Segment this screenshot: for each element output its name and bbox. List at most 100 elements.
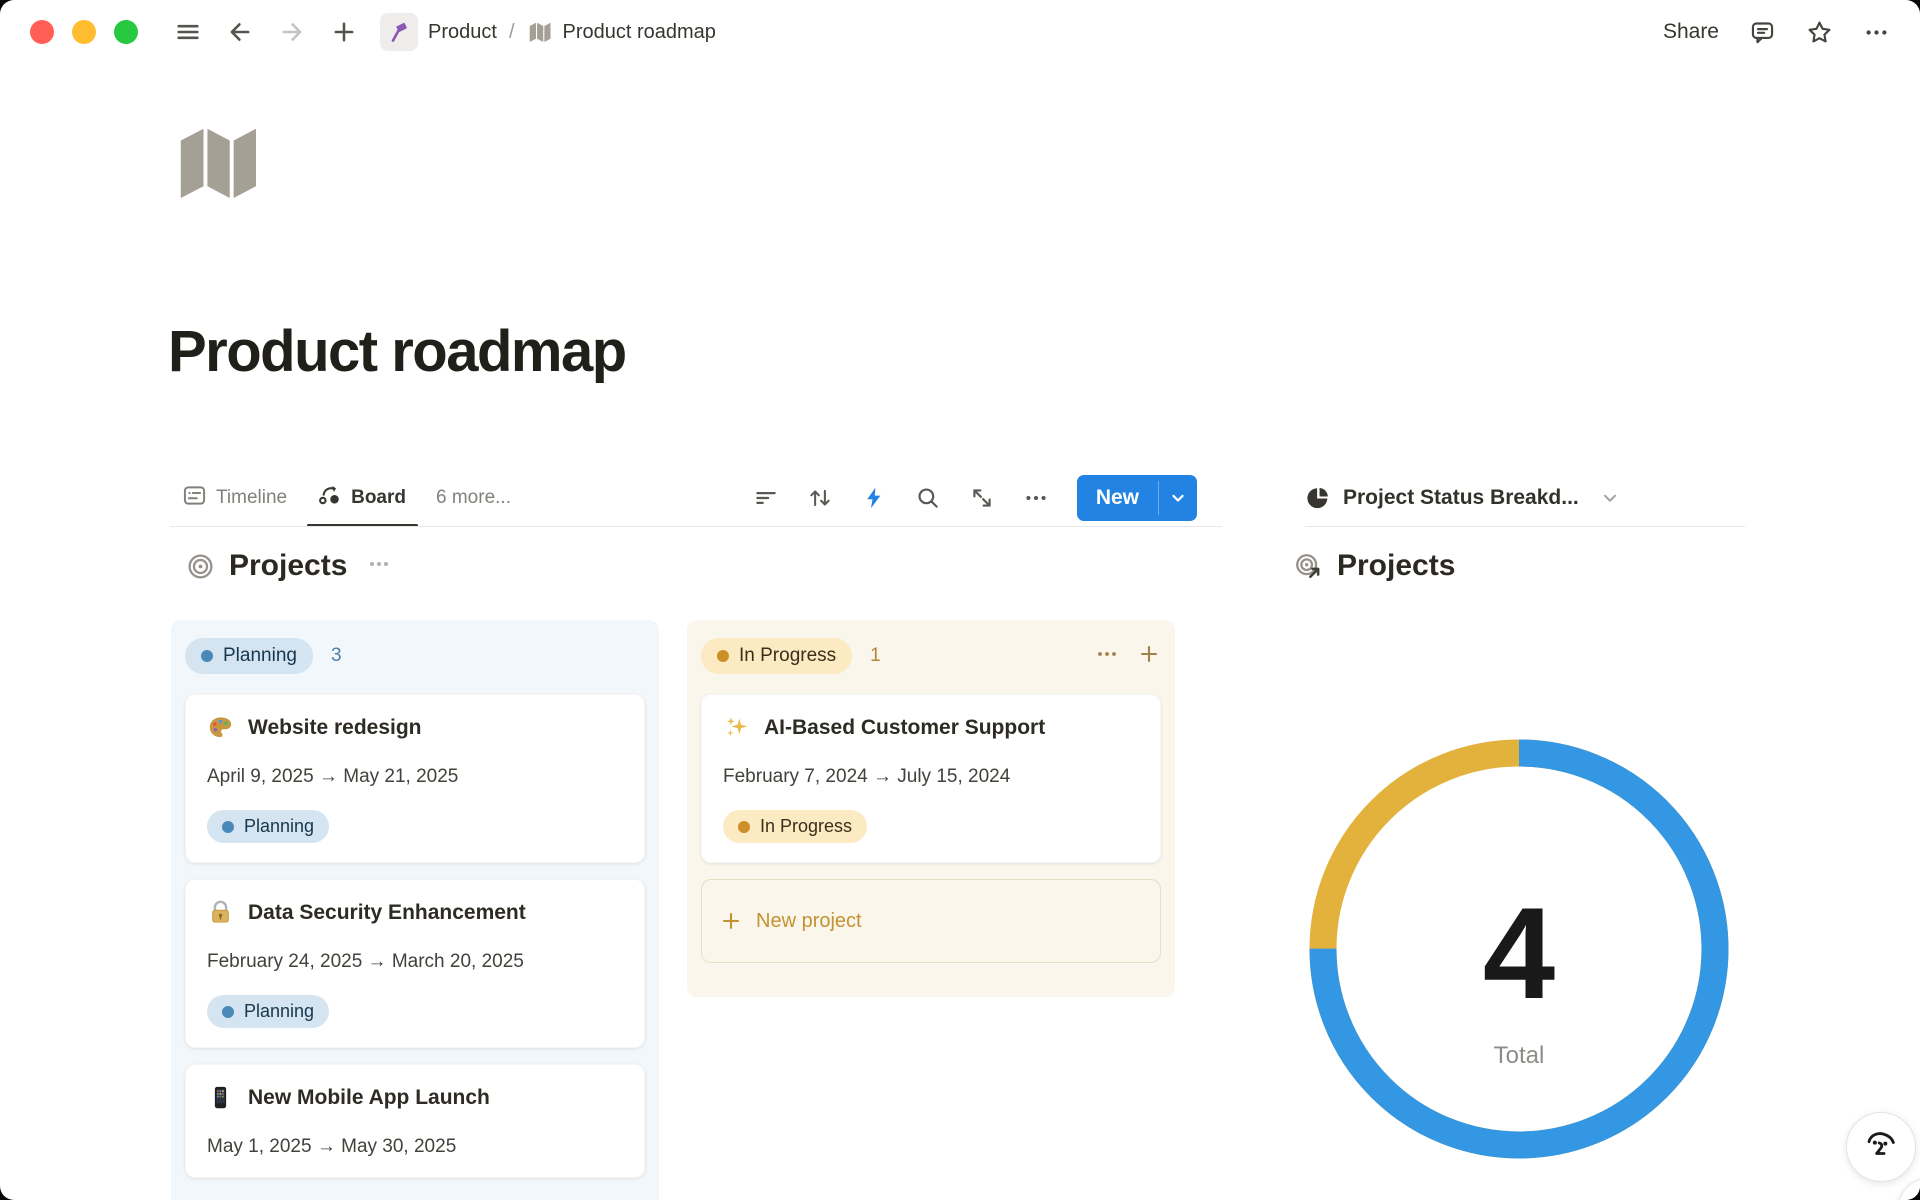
column-in-progress-header[interactable]: In Progress 1 [701, 638, 1161, 674]
chart-section-heading: Projects [1294, 549, 1455, 583]
card-dates: April 9, 2025 → May 21, 2025 [207, 766, 623, 788]
window-controls [30, 20, 138, 44]
chart-divider [1305, 526, 1745, 527]
status-dot [738, 821, 750, 833]
view-options-icon[interactable] [1023, 485, 1049, 511]
status-label: In Progress [739, 645, 836, 667]
breadcrumb: Product / Product roadmap [380, 13, 716, 51]
chart-panel-tab[interactable]: Project Status Breakd... [1305, 469, 1621, 527]
linked-target-icon [1294, 552, 1323, 581]
sidebar-toggle-icon[interactable] [174, 18, 202, 46]
minimize-window-button[interactable] [72, 20, 96, 44]
page-title[interactable]: Product roadmap [168, 318, 626, 385]
status-dot [222, 1006, 234, 1018]
status-label: Planning [223, 645, 297, 667]
tab-more-label: 6 more... [436, 487, 511, 509]
map-icon [527, 19, 553, 45]
section-options-icon[interactable] [367, 552, 391, 581]
status-pill-planning[interactable]: Planning [185, 638, 313, 674]
expand-icon[interactable] [969, 485, 995, 511]
column-options-icon[interactable] [1095, 642, 1119, 671]
status-pill-in-progress[interactable]: In Progress [701, 638, 852, 674]
project-card-mobile-app[interactable]: New Mobile App Launch May 1, 2025 → May … [185, 1064, 645, 1178]
filter-icon[interactable] [753, 485, 779, 511]
breadcrumb-workspace[interactable]: Product [428, 21, 497, 44]
board-icon [317, 483, 342, 514]
zoom-window-button[interactable] [114, 20, 138, 44]
ai-face-icon [1861, 1127, 1901, 1167]
sparkles-emoji [723, 714, 750, 741]
status-dot [222, 821, 234, 833]
project-card-ai-support[interactable]: AI-Based Customer Support February 7, 20… [701, 694, 1161, 863]
forward-icon[interactable] [278, 18, 306, 46]
tab-board[interactable]: Board [317, 469, 406, 527]
chevron-down-icon [1168, 488, 1188, 508]
board-section-heading: Projects [186, 549, 391, 583]
card-title: Data Security Enhancement [248, 901, 526, 925]
card-status-tag[interactable]: Planning [207, 810, 329, 843]
status-dot [717, 650, 729, 662]
breadcrumb-separator: / [507, 21, 517, 44]
column-planning: Planning 3 Website redesign April 9, 202… [171, 620, 659, 1200]
card-title: New Mobile App Launch [248, 1086, 490, 1110]
board-section-title[interactable]: Projects [229, 549, 347, 583]
donut-total-value: 4 [1309, 888, 1729, 1018]
search-icon[interactable] [915, 485, 941, 511]
pie-chart-icon [1305, 485, 1331, 511]
board-divider [170, 526, 1222, 527]
favorite-star-icon[interactable] [1806, 19, 1833, 46]
new-button-dropdown[interactable] [1159, 475, 1197, 521]
palette-emoji [207, 714, 234, 741]
plus-icon [719, 909, 743, 933]
topbar: Product / Product roadmap Share [0, 0, 1920, 64]
new-tab-icon[interactable] [330, 18, 358, 46]
card-dates: February 7, 2024 → July 15, 2024 [723, 766, 1139, 788]
close-window-button[interactable] [30, 20, 54, 44]
card-status-tag[interactable]: In Progress [723, 810, 867, 843]
card-dates: May 1, 2025 → May 30, 2025 [207, 1136, 623, 1158]
tag-label: Planning [244, 1001, 314, 1022]
card-title: AI-Based Customer Support [764, 716, 1045, 740]
chart-panel-title: Project Status Breakd... [1343, 486, 1579, 510]
breadcrumb-page[interactable]: Product roadmap [563, 21, 716, 44]
corner-floating-button[interactable] [1898, 1178, 1920, 1200]
lock-emoji [207, 899, 234, 926]
card-status-tag[interactable]: Planning [207, 995, 329, 1028]
view-toolbar: New [753, 469, 1197, 527]
project-card-data-security[interactable]: Data Security Enhancement February 24, 2… [185, 879, 645, 1048]
project-card-website-redesign[interactable]: Website redesign April 9, 2025 → May 21,… [185, 694, 645, 863]
automations-lightning-icon[interactable] [861, 485, 887, 511]
timeline-icon [182, 483, 207, 514]
column-count: 1 [870, 645, 881, 667]
column-in-progress: In Progress 1 AI-Based Customer Support … [687, 620, 1175, 997]
teamspace-hammer-icon[interactable] [380, 13, 418, 51]
status-dot [201, 650, 213, 662]
comments-icon[interactable] [1749, 19, 1776, 46]
back-icon[interactable] [226, 18, 254, 46]
new-button[interactable]: New [1077, 475, 1158, 521]
view-tabs: Timeline Board 6 more... [182, 469, 511, 527]
new-project-label: New project [756, 910, 862, 933]
notion-ai-face-button[interactable] [1846, 1112, 1916, 1182]
tab-board-label: Board [351, 487, 406, 509]
card-title: Website redesign [248, 716, 422, 740]
share-button[interactable]: Share [1663, 20, 1719, 44]
app-window: Product / Product roadmap Share Product … [0, 0, 1920, 1200]
card-dates: February 24, 2025 → March 20, 2025 [207, 951, 623, 973]
column-add-icon[interactable] [1137, 642, 1161, 671]
tab-timeline[interactable]: Timeline [182, 469, 287, 527]
target-icon [186, 552, 215, 581]
more-options-icon[interactable] [1863, 19, 1890, 46]
new-button-group: New [1077, 475, 1197, 521]
tag-label: Planning [244, 816, 314, 837]
tag-label: In Progress [760, 816, 852, 837]
tab-more-views[interactable]: 6 more... [436, 469, 511, 527]
sort-icon[interactable] [807, 485, 833, 511]
page-map-icon[interactable] [170, 115, 266, 209]
chevron-down-icon [1599, 487, 1621, 509]
tab-timeline-label: Timeline [216, 487, 287, 509]
column-count: 3 [331, 645, 342, 667]
column-planning-header[interactable]: Planning 3 [185, 638, 645, 674]
chart-section-title[interactable]: Projects [1337, 549, 1455, 583]
new-project-button[interactable]: New project [701, 879, 1161, 963]
